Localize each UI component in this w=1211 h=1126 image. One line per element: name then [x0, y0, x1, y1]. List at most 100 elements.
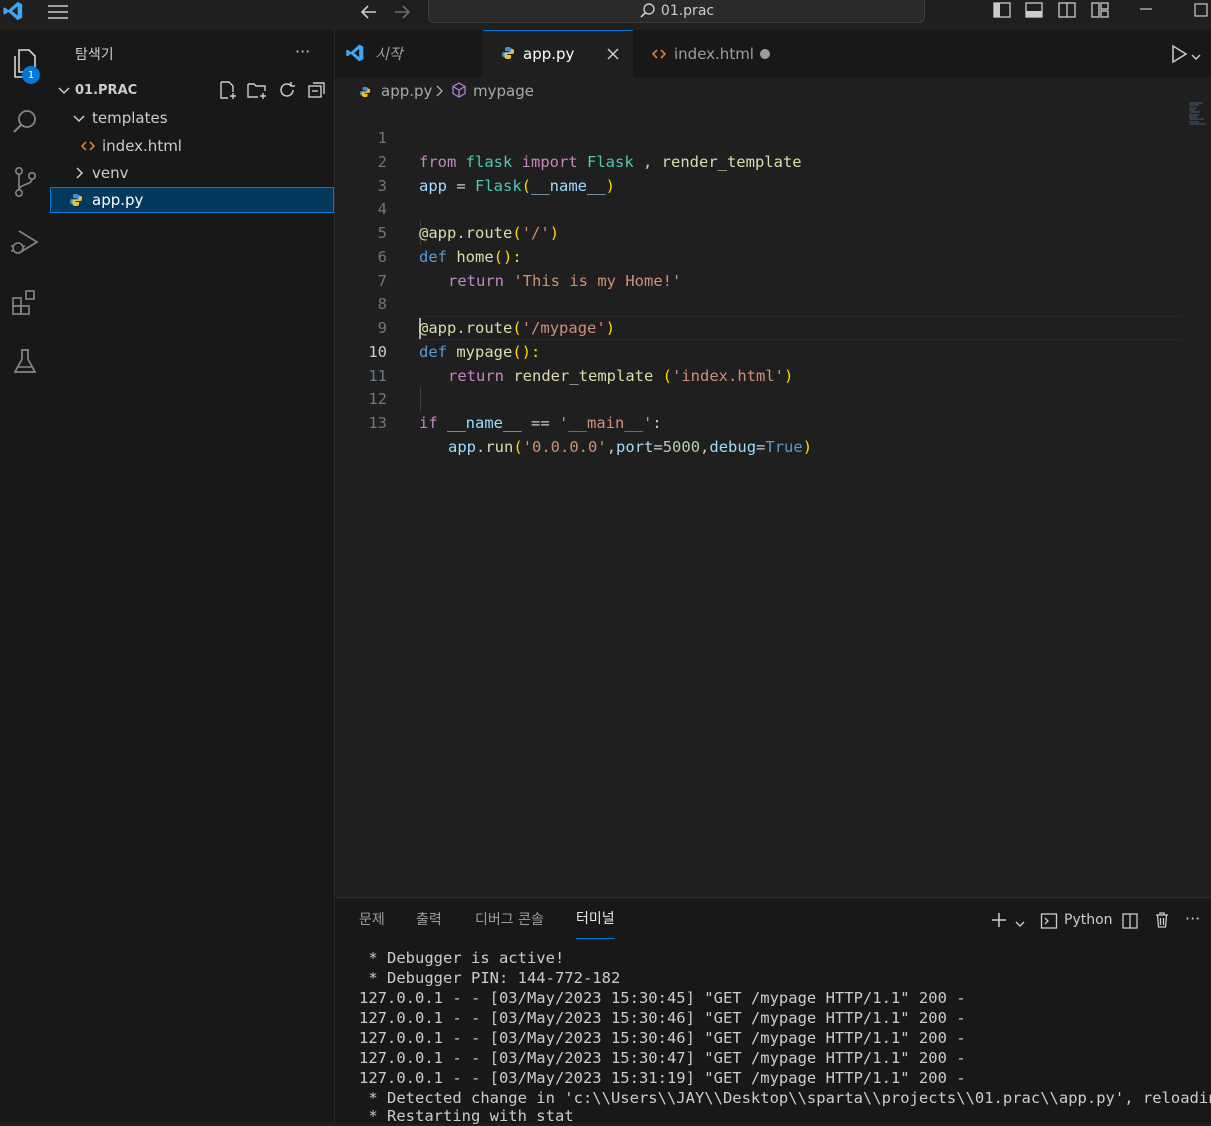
terminal-line: * Detected change in 'c:\\Users\\JAY\\De…	[359, 1089, 1211, 1107]
tab-app-py[interactable]: app.py	[483, 30, 633, 77]
tree-item-label: venv	[92, 164, 129, 182]
tree-item-index-html[interactable]: index.html	[50, 133, 334, 159]
title-bar: 01.prac	[0, 0, 1211, 30]
testing-flask-icon[interactable]	[0, 338, 50, 386]
toggle-secondary-sidebar-icon[interactable]	[1057, 0, 1079, 22]
tree-item-venv[interactable]: venv	[50, 160, 334, 186]
toggle-panel-icon[interactable]	[1024, 0, 1046, 22]
code-line: 12 if __name__ == '__main__':	[335, 363, 1211, 432]
tree-item-app-py[interactable]: app.py	[50, 187, 334, 213]
code-line: 1 from flask import Flask , render_templ…	[335, 102, 1211, 171]
tab-label: index.html	[674, 44, 754, 63]
explorer-badge: 1	[22, 66, 40, 84]
folder-name: 01.PRAC	[75, 82, 138, 98]
python-file-icon	[359, 84, 373, 98]
terminal-line: 127.0.0.1 - - [03/May/2023 15:30:46] "GE…	[359, 1029, 966, 1047]
tab-problems[interactable]: 문제	[359, 898, 385, 940]
close-icon[interactable]	[605, 46, 621, 62]
line-number: 13	[368, 414, 387, 432]
activity-bar: 1	[0, 30, 50, 1122]
command-center-label: 01.prac	[660, 3, 715, 19]
chevron-right-icon	[71, 165, 87, 181]
html-file-icon	[651, 47, 667, 61]
panel-more-button[interactable]: ···	[1185, 909, 1200, 928]
terminal-line: 127.0.0.1 - - [03/May/2023 15:30:47] "GE…	[359, 1049, 966, 1067]
forward-arrow-icon[interactable]	[391, 1, 413, 23]
code-line: 3	[335, 150, 1211, 195]
chevron-down-icon	[71, 110, 87, 126]
new-file-icon[interactable]	[216, 79, 238, 101]
tab-label: 시작	[375, 45, 403, 63]
terminal-line: 127.0.0.1 - - [03/May/2023 15:31:19] "GE…	[359, 1069, 966, 1087]
tab-label: app.py	[523, 45, 575, 63]
terminal-line: * Debugger is active!	[359, 949, 565, 967]
html-file-icon	[80, 139, 96, 153]
minimize-icon[interactable]	[1137, 0, 1157, 20]
refresh-icon[interactable]	[276, 79, 298, 101]
tree-item-templates[interactable]: templates	[50, 105, 334, 131]
terminal-line: 127.0.0.1 - - [03/May/2023 15:30:46] "GE…	[359, 1009, 966, 1027]
python-file-icon	[69, 193, 83, 207]
chevron-down-icon[interactable]	[1014, 915, 1026, 927]
bottom-panel: 문제 출력 디버그 콘솔 터미널 Python ··· * Debugger i…	[335, 897, 1211, 1125]
customize-layout-icon[interactable]	[1090, 0, 1112, 22]
code-line: 2 app = Flask(__name__)	[335, 126, 1211, 195]
code-text: app.run('0.0.0.0',port=5000,debug=True)	[448, 438, 813, 456]
folder-header-01-prac[interactable]: 01.PRAC	[50, 77, 334, 103]
tree-item-label: app.py	[92, 191, 144, 209]
run-python-file-icon[interactable]	[1170, 44, 1190, 64]
method-cube-icon	[451, 82, 469, 100]
chevron-right-icon	[435, 84, 447, 98]
chevron-down-icon	[56, 82, 72, 98]
back-arrow-icon[interactable]	[358, 1, 380, 23]
extensions-icon[interactable]	[0, 278, 50, 326]
tree-item-label: index.html	[102, 137, 182, 155]
new-terminal-plus-icon[interactable]	[990, 911, 1008, 929]
code-text: if __name__ == '__main__':	[419, 414, 662, 432]
collapse-all-icon[interactable]	[306, 79, 328, 101]
new-folder-icon[interactable]	[246, 79, 268, 101]
code-line: 9 def mypage():	[335, 292, 1211, 361]
editor-tab-bar: 시작 app.py index.html	[335, 30, 1211, 77]
search-icon	[639, 2, 657, 20]
split-terminal-icon[interactable]	[1121, 912, 1139, 930]
vscode-logo-icon	[345, 43, 367, 65]
chevron-down-icon[interactable]	[1190, 48, 1204, 62]
tab-terminal[interactable]: 터미널	[576, 898, 615, 939]
code-line: 13 app.run('0.0.0.0',port=5000,debug=Tru…	[335, 387, 1211, 456]
code-line: 7	[335, 245, 1211, 290]
terminal-icon	[1040, 912, 1058, 930]
maximize-icon[interactable]	[1193, 2, 1209, 18]
code-line: 6 return 'This is my Home!'	[335, 221, 1211, 290]
python-file-icon	[501, 46, 515, 60]
tab-output[interactable]: 출력	[416, 898, 442, 940]
terminal-line: 127.0.0.1 - - [03/May/2023 15:30:45] "GE…	[359, 989, 966, 1007]
search-icon[interactable]	[0, 98, 50, 146]
explorer-icon[interactable]: 1	[0, 40, 50, 88]
sidebar-more-button[interactable]: ···	[295, 42, 310, 61]
tab-debug-console[interactable]: 디버그 콘솔	[475, 898, 544, 940]
breadcrumb-file[interactable]: app.py	[381, 82, 432, 100]
menu-icon[interactable]	[46, 2, 70, 22]
run-debug-icon[interactable]	[0, 218, 50, 266]
breadcrumb-symbol[interactable]: mypage	[473, 82, 534, 100]
code-editor[interactable]: app.py mypage 1 from flask import Flask …	[335, 77, 1211, 897]
terminal-line: * Debugger PIN: 144-772-182	[359, 969, 621, 987]
trash-icon[interactable]	[1153, 911, 1171, 929]
terminal-name[interactable]: Python	[1064, 912, 1113, 928]
sidebar-title: 탐색기	[75, 47, 114, 63]
terminal-line: * Restarting with stat	[359, 1107, 574, 1125]
toggle-primary-sidebar-icon[interactable]	[992, 0, 1014, 22]
code-line: 10 return render_template ('index.html')	[335, 316, 1211, 385]
explorer-sidebar: 탐색기 ··· 01.PRAC templates index.html ven…	[50, 30, 335, 1122]
command-center-search[interactable]: 01.prac	[428, 0, 925, 23]
unsaved-dot-icon[interactable]	[760, 49, 770, 59]
code-line: 4 @app.route('/')	[335, 173, 1211, 242]
tree-item-label: templates	[92, 109, 168, 127]
tab-welcome[interactable]: 시작	[335, 30, 483, 77]
code-line: 8 @app.route('/mypage')	[335, 268, 1211, 337]
vscode-logo-icon	[2, 0, 26, 24]
source-control-icon[interactable]	[0, 158, 50, 206]
tab-index-html[interactable]: index.html	[633, 30, 785, 77]
code-line: 5 def home():	[335, 197, 1211, 266]
